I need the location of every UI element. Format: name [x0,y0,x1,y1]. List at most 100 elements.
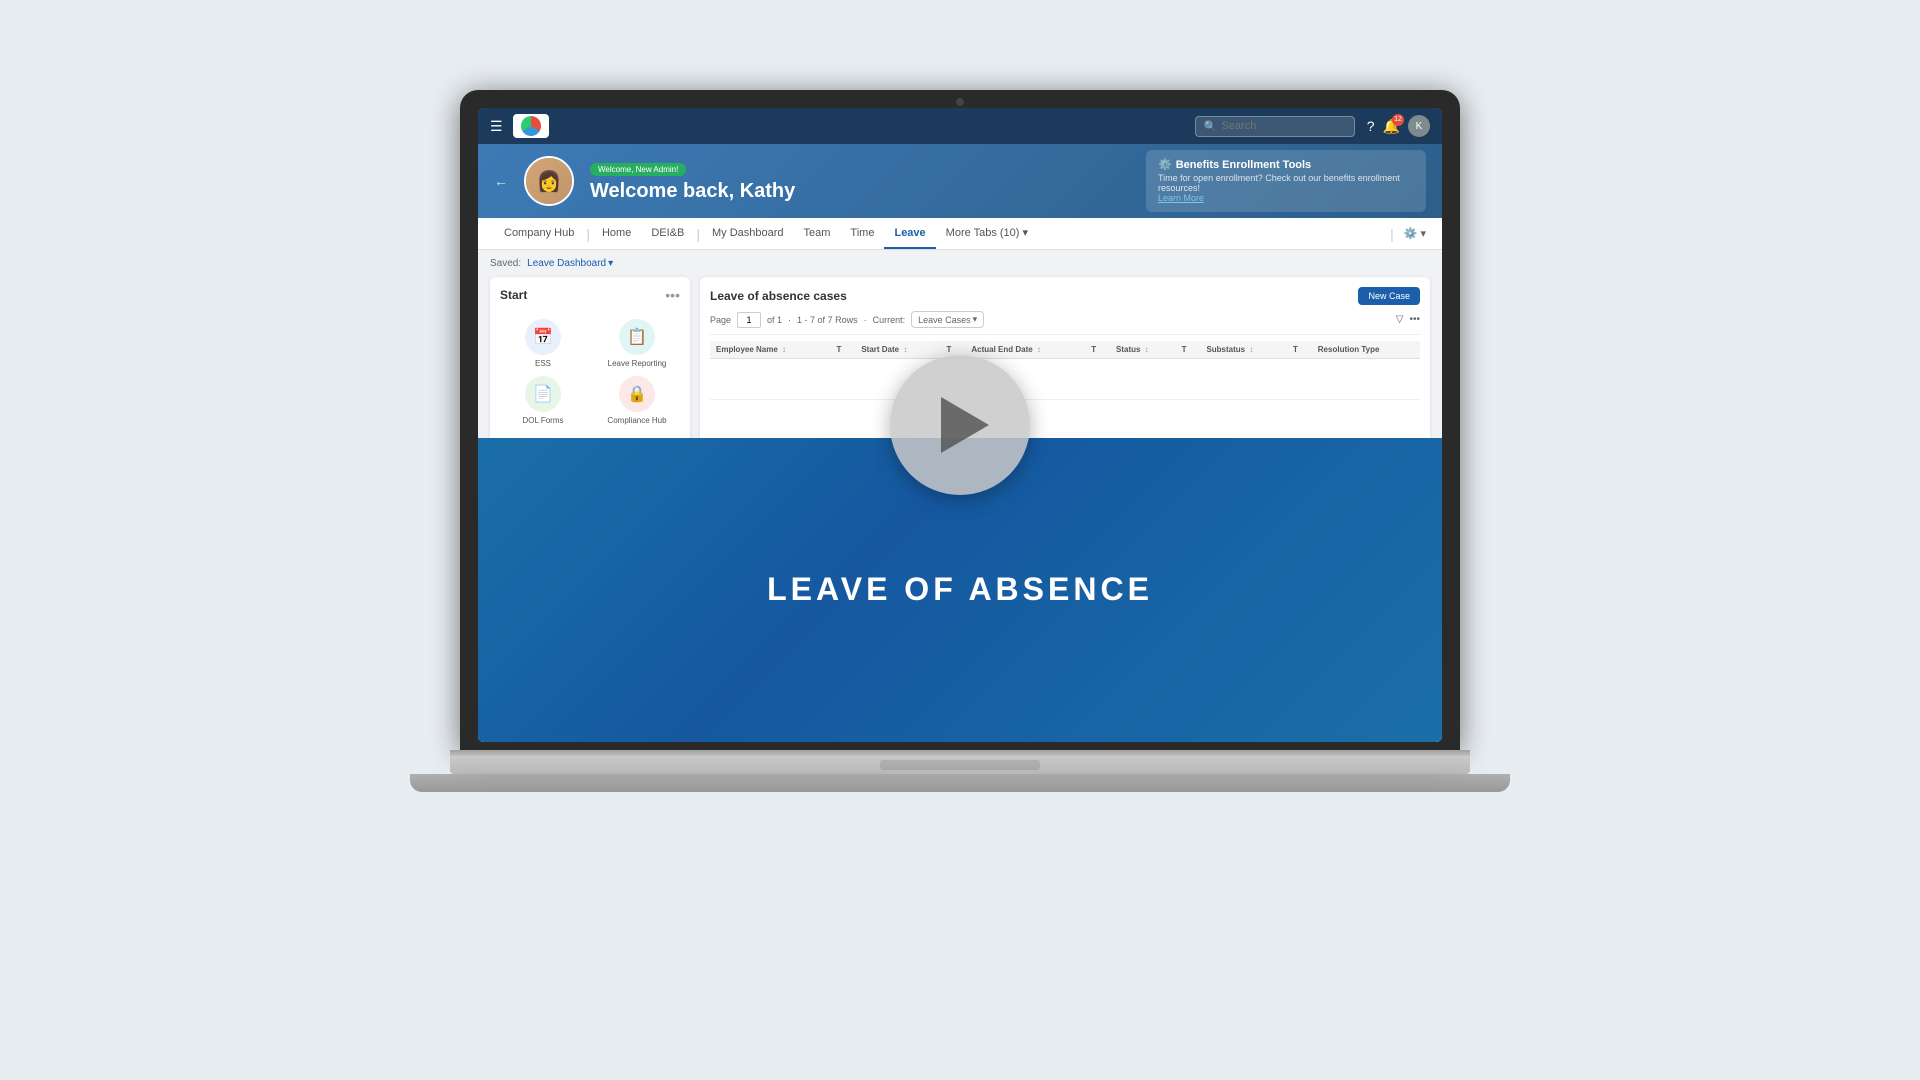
nav-company-hub[interactable]: Company Hub [494,218,584,249]
cases-header: Leave of absence cases New Case [710,287,1420,305]
col-resolution-type: Resolution Type [1312,341,1420,359]
top-bar-right: 🔍 ? 🔔 12 K [1195,115,1430,137]
nav-home[interactable]: Home [592,218,641,249]
laptop-device: ☰ 🔍 ? 🔔 [410,90,1510,990]
search-bar[interactable]: 🔍 [1195,116,1355,137]
ess-label: ESS [535,359,551,368]
start-icon-compliance-hub[interactable]: 🔒 Compliance Hub [594,376,680,425]
nav-separator-1: | [584,226,592,242]
welcome-name: Welcome back, Kathy [590,180,795,203]
play-triangle-icon [941,397,989,453]
laptop-base [450,750,1470,774]
trackpad [880,760,1040,770]
cases-title: Leave of absence cases [710,289,847,303]
nav-more-tabs[interactable]: More Tabs (10) ▾ [936,218,1038,249]
screen-bezel: ☰ 🔍 ? 🔔 [478,108,1442,742]
filter-icon[interactable]: ▽ [1396,314,1404,325]
table-row [710,359,1420,400]
page-label: Page [710,315,731,325]
welcome-section: ← 👩 Welcome, New Admin! Welcome back, Ka… [478,144,1442,218]
laptop-hinge [450,750,1470,756]
leave-reporting-icon: 📋 [619,319,655,355]
pagination-bar: Page of 1 · 1 - 7 of 7 Rows · Current: L… [710,311,1420,335]
empty-table-message [710,359,1420,400]
dol-forms-icon: 📄 [525,376,561,412]
col-type4: T [1176,341,1201,359]
nav-separator-2: | [694,226,702,242]
start-icon-dol-forms[interactable]: 📄 DOL Forms [500,376,586,425]
notification-bell[interactable]: 🔔 12 [1383,118,1400,135]
top-navigation-bar: ☰ 🔍 ? 🔔 [478,108,1442,144]
compliance-hub-icon: 🔒 [619,376,655,412]
main-navigation: Company Hub | Home DEI&B | My Dashboard … [478,218,1442,250]
screen-content: ☰ 🔍 ? 🔔 [478,108,1442,742]
saved-link-text: Leave Dashboard [527,258,606,269]
leave-reporting-label: Leave Reporting [608,359,667,368]
play-button-overlay[interactable] [890,355,1030,495]
col-type3: T [1085,341,1110,359]
user-avatar[interactable]: K [1408,115,1430,137]
laptop-bottom [410,774,1510,792]
nav-team[interactable]: Team [794,218,841,249]
nav-leave[interactable]: Leave [884,218,935,249]
table-header-row: Employee Name ↕ T Start Date ↕ T Actual … [710,341,1420,359]
new-case-button[interactable]: New Case [1358,287,1420,305]
search-input[interactable] [1221,120,1345,132]
col-type5: T [1287,341,1312,359]
start-icon-leave-reporting[interactable]: 📋 Leave Reporting [594,319,680,368]
start-card: Start ••• 📅 ESS 📋 [490,277,690,443]
of-label: of 1 [767,315,782,325]
app-logo[interactable] [513,114,549,138]
current-view-dropdown[interactable]: Leave Cases ▾ [911,311,984,328]
search-icon: 🔍 [1204,120,1218,133]
col-employee-name: Employee Name ↕ [710,341,831,359]
benefits-banner-icon: ⚙️ Benefits Enrollment Tools [1158,158,1414,171]
help-icon[interactable]: ? [1367,118,1375,134]
cases-table: Employee Name ↕ T Start Date ↕ T Actual … [710,341,1420,400]
benefits-enrollment-banner: ⚙️ Benefits Enrollment Tools Time for op… [1146,150,1426,212]
nav-deib[interactable]: DEI&B [641,218,694,249]
notification-count-badge: 12 [1392,114,1404,126]
welcome-badge: Welcome, New Admin! [590,163,686,176]
col-substatus: Substatus ↕ [1200,341,1287,359]
start-card-header: Start ••• [500,287,680,303]
benefits-banner-desc: Time for open enrollment? Check out our … [1158,173,1414,193]
nav-separator-3: | [1388,226,1396,242]
start-icons-grid: 📅 ESS 📋 Leave Reporting 📄 [500,311,680,433]
hamburger-icon[interactable]: ☰ [490,118,503,135]
saved-bar: Saved: Leave Dashboard ▾ [490,258,1430,269]
start-icon-ess[interactable]: 📅 ESS [500,319,586,368]
nav-my-dashboard[interactable]: My Dashboard [702,218,794,249]
nav-settings: | ⚙️ ▾ [1388,226,1426,242]
nav-time[interactable]: Time [840,218,884,249]
avatar-image: 👩 [526,158,572,204]
top-bar-left: ☰ [490,114,549,138]
top-bar-icons: ? 🔔 12 K [1367,115,1430,137]
saved-label: Saved: [490,258,521,269]
profile-avatar: 👩 [524,156,574,206]
current-label: Current: [873,315,906,325]
table-more-icon[interactable]: ••• [1409,314,1420,325]
page-number-input[interactable] [737,312,761,328]
settings-gear-icon[interactable]: ⚙️ ▾ [1404,227,1426,240]
welcome-text-block: Welcome, New Admin! Welcome back, Kathy [590,159,795,203]
saved-dashboard-link[interactable]: Leave Dashboard ▾ [527,258,613,269]
start-card-more-icon[interactable]: ••• [665,287,680,303]
view-dropdown-icon: ▾ [973,314,978,325]
ess-icon: 📅 [525,319,561,355]
play-button[interactable] [890,355,1030,495]
benefits-banner-title: Benefits Enrollment Tools [1176,159,1311,171]
compliance-hub-label: Compliance Hub [607,416,666,425]
learn-more-link[interactable]: Learn More [1158,193,1204,203]
rows-count: 1 - 7 of 7 Rows [797,315,858,325]
dol-forms-label: DOL Forms [522,416,563,425]
laptop-screen: ☰ 🔍 ? 🔔 [460,90,1460,750]
logo-circle-icon [521,116,541,136]
col-type: T [831,341,856,359]
col-status: Status ↕ [1110,341,1176,359]
start-card-title: Start [500,288,527,302]
video-overlay-text: LEAVE OF ABSENCE [767,571,1153,608]
dropdown-arrow-icon: ▾ [608,258,613,269]
view-label: Leave Cases [918,315,971,325]
back-arrow-icon[interactable]: ← [494,173,508,189]
